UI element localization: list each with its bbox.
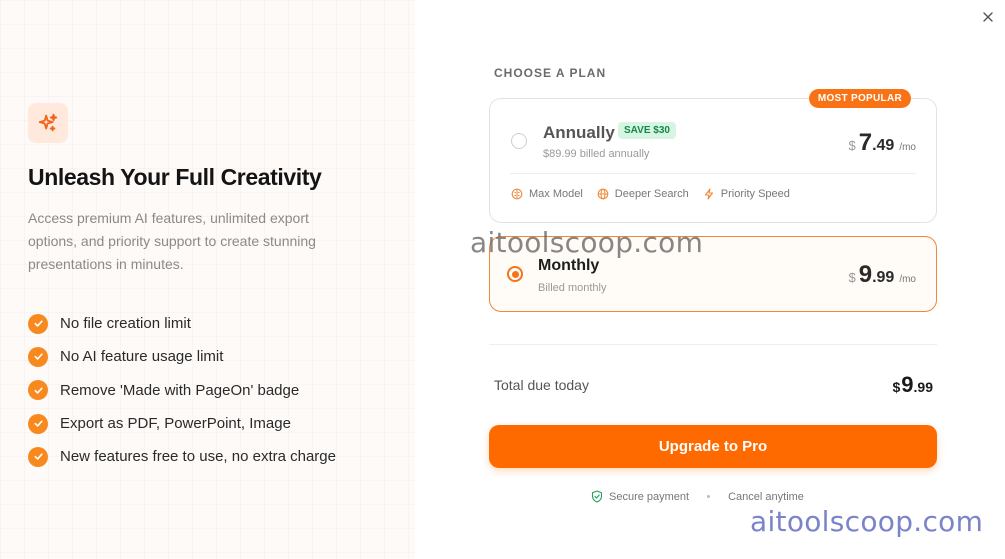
separator-dot	[707, 495, 711, 498]
plan-price-annual: $ 7 .49 /mo	[848, 129, 916, 157]
total-currency: $	[892, 379, 901, 395]
list-item: Remove 'Made with PageOn' badge	[28, 374, 336, 407]
plan-radio-annual[interactable]	[511, 133, 527, 149]
perk-deeper-search: Deeper Search	[597, 188, 689, 200]
check-icon	[28, 413, 48, 434]
close-icon	[983, 12, 993, 22]
price-currency: $	[848, 138, 856, 153]
plan-name-annual: Annually	[543, 123, 615, 142]
feature-label: New features free to use, no extra charg…	[60, 448, 336, 466]
feature-label: Remove 'Made with PageOn' badge	[60, 381, 300, 399]
price-period: /mo	[899, 274, 916, 285]
check-icon	[28, 380, 48, 401]
footer-row: Secure payment Cancel anytime	[591, 490, 804, 503]
check-icon	[28, 313, 48, 334]
price-currency: $	[848, 270, 856, 285]
plan-divider	[510, 173, 916, 174]
perk-list: Max Model Deeper Search Priority Speed	[511, 188, 804, 200]
total-label: Total due today	[494, 377, 589, 393]
price-integer: 9	[858, 261, 873, 288]
check-icon	[28, 346, 48, 367]
brand-icon-box	[28, 103, 68, 143]
list-item: No file creation limit	[28, 307, 336, 340]
total-decimal: .99	[913, 379, 933, 395]
globe-icon	[597, 188, 609, 200]
description-text: Access premium AI features, unlimited ex…	[28, 210, 316, 272]
sparkles-icon	[38, 113, 58, 132]
perk-label: Deeper Search	[614, 188, 689, 200]
feature-list: No file creation limit No AI feature usa…	[28, 307, 336, 473]
total-price: $ 9 .99	[892, 372, 933, 398]
price-decimal: .49	[872, 137, 895, 154]
list-item: No AI feature usage limit	[28, 340, 336, 373]
save-badge: SAVE $30	[618, 122, 676, 139]
list-item: Export as PDF, PowerPoint, Image	[28, 407, 336, 440]
plan-name-monthly: Monthly	[538, 257, 600, 274]
watermark: aitoolscoop.com	[470, 226, 704, 259]
secure-payment-label: Secure payment	[609, 490, 690, 503]
plan-option-annual[interactable]: MOST POPULAR Annually SAVE $30 $89.99 bi…	[489, 89, 937, 223]
secure-payment: Secure payment	[591, 490, 689, 503]
feature-label: No AI feature usage limit	[60, 348, 224, 366]
list-item: New features free to use, no extra charg…	[28, 440, 336, 473]
plan-billing-annual: $89.99 billed annually	[543, 148, 650, 160]
price-integer: 7	[858, 129, 873, 156]
feature-label: No file creation limit	[60, 315, 191, 333]
plan-price-monthly: $ 9 .99 /mo	[848, 261, 916, 289]
perk-priority-speed: Priority Speed	[703, 188, 790, 200]
lightning-icon	[704, 188, 713, 200]
page-title: Unleash Your Full Creativity	[28, 164, 322, 190]
choose-plan-label: CHOOSE A PLAN	[494, 66, 607, 80]
most-popular-badge: MOST POPULAR	[808, 89, 911, 108]
total-integer: 9	[901, 372, 914, 397]
left-panel: Unleash Your Full Creativity Access prem…	[0, 0, 415, 559]
upgrade-button[interactable]: Upgrade to Pro	[489, 425, 937, 468]
close-button[interactable]	[980, 9, 996, 25]
watermark: aitoolscoop.com	[750, 505, 984, 538]
price-period: /mo	[899, 142, 916, 153]
perk-label: Max Model	[529, 188, 583, 200]
feature-label: Export as PDF, PowerPoint, Image	[60, 415, 291, 433]
shield-check-icon	[591, 490, 603, 503]
check-icon	[28, 446, 48, 467]
plan-billing-monthly: Billed monthly	[538, 282, 607, 294]
cancel-anytime-label: Cancel anytime	[728, 490, 804, 503]
divider	[489, 344, 937, 345]
price-decimal: .99	[872, 269, 895, 286]
brain-icon	[511, 188, 523, 200]
plan-radio-monthly[interactable]	[507, 266, 523, 282]
perk-label: Priority Speed	[720, 188, 790, 200]
perk-max-model: Max Model	[511, 188, 583, 200]
